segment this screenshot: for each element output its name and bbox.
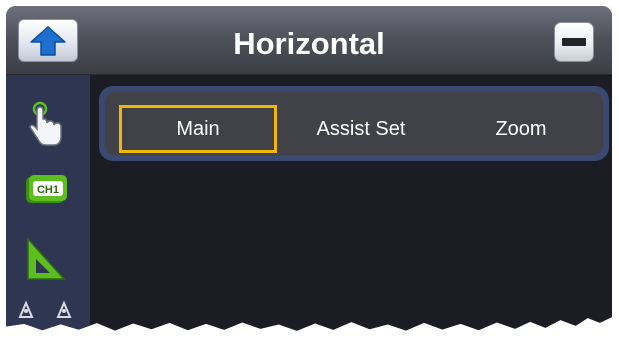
back-button[interactable] [18, 19, 78, 62]
up-arrow-icon [30, 25, 66, 56]
minus-icon [562, 38, 586, 46]
horizontal-panel: Horizontal CH1 Main Assist Set Zoom [6, 6, 612, 331]
title-bar: Horizontal [6, 6, 612, 75]
ruler-triangle-icon [27, 237, 66, 280]
tab-bar-inner: Main Assist Set Zoom [105, 92, 603, 155]
touch-hand-icon [29, 101, 62, 146]
channel-label: CH1 [37, 184, 59, 196]
tab-assist-set[interactable]: Assist Set [285, 105, 437, 153]
sidebar-item-touch[interactable] [26, 101, 66, 154]
sidebar: CH1 [6, 75, 90, 331]
sidebar-item-channel[interactable]: CH1 [24, 171, 68, 212]
channel-icon: CH1 [26, 175, 67, 203]
panel-title: Horizontal [233, 26, 385, 61]
tab-zoom[interactable]: Zoom [445, 105, 597, 153]
tab-bar: Main Assist Set Zoom [99, 86, 609, 161]
probe-icon [18, 300, 72, 318]
tab-main[interactable]: Main [119, 105, 277, 153]
sidebar-item-ruler[interactable] [24, 235, 68, 288]
minimize-button[interactable] [554, 22, 594, 62]
sidebar-item-probe[interactable] [18, 299, 74, 331]
